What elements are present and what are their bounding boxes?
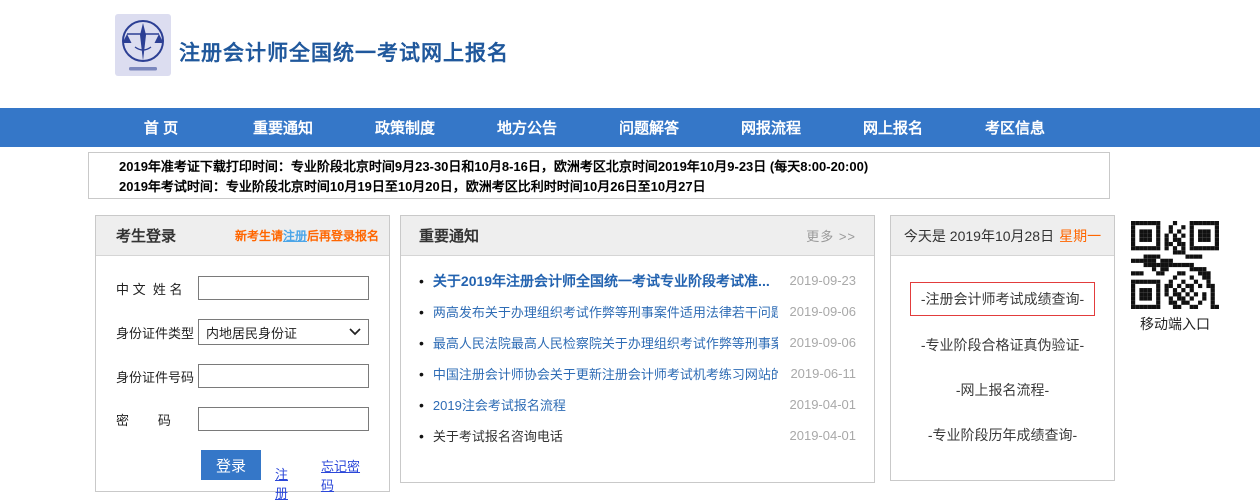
id-type-label: 身份证件类型	[116, 323, 198, 342]
today-panel-header: 今天是 2019年10月28日 星期一	[891, 216, 1114, 256]
bullet-icon: •	[419, 398, 424, 412]
score-inquiry-link[interactable]: -注册会计师考试成绩查询-	[910, 282, 1095, 316]
form-row-id-number: 身份证件号码	[116, 364, 369, 388]
page: 注册会计师全国统一考试网上报名 首 页 重要通知 政策制度 地方公告 问题解答 …	[0, 0, 1260, 503]
notice-date: 2019-06-11	[790, 366, 856, 381]
nav-item-home[interactable]: 首 页	[100, 117, 222, 138]
chinese-name-label: 中 文 姓 名	[116, 279, 198, 298]
register-inline-link[interactable]: 注册	[283, 229, 307, 243]
notice-date: 2019-04-01	[790, 428, 857, 443]
bullet-icon: •	[419, 336, 424, 350]
list-item: • 两高发布关于办理组织考试作弊等刑事案件适用法律若干问题的... 2019-0…	[419, 296, 856, 327]
bullet-icon: •	[419, 274, 424, 288]
today-panel: 今天是 2019年10月28日 星期一 -注册会计师考试成绩查询- -专业阶段合…	[890, 215, 1115, 481]
notices-title: 重要通知	[419, 225, 479, 246]
important-notices-panel: 重要通知 更多 >> • 关于2019年注册会计师全国统一考试专业阶段考试准..…	[400, 215, 875, 483]
more-link[interactable]: 更多 >>	[806, 226, 856, 245]
notices-panel-header: 重要通知 更多 >>	[401, 216, 874, 256]
notice-date: 2019-04-01	[790, 397, 857, 412]
notice-link[interactable]: 中国注册会计师协会关于更新注册会计师考试机考练习网站的公...	[433, 364, 779, 383]
nav-item-policies[interactable]: 政策制度	[344, 117, 466, 138]
password-label: 密 码	[116, 410, 198, 429]
login-subtitle: 新考生请注册后再登录报名	[235, 227, 379, 244]
login-subtitle-prefix: 新考生请	[235, 229, 283, 243]
forgot-password-link[interactable]: 忘记密码	[321, 456, 369, 494]
login-title: 考生登录	[116, 225, 176, 246]
id-type-selected-value: 内地居民身份证	[206, 323, 297, 342]
login-panel-header: 考生登录 新考生请注册后再登录报名	[96, 216, 389, 256]
notice-line-2: 2019年考试时间：专业阶段北京时间10月19日至10月20日，欧洲考区比利时时…	[119, 177, 1099, 197]
notice-link[interactable]: 2019注会考试报名流程	[433, 395, 778, 414]
notice-date: 2019-09-06	[790, 335, 857, 350]
login-button[interactable]: 登录	[201, 450, 261, 480]
today-weekday: 星期一	[1059, 226, 1101, 246]
login-form: 中 文 姓 名 身份证件类型 内地居民身份证 身份证件号码 密 码 登录	[96, 256, 389, 502]
page-title: 注册会计师全国统一考试网上报名	[179, 37, 509, 67]
login-actions: 登录 注册 忘记密码	[116, 450, 369, 502]
notices-list: • 关于2019年注册会计师全国统一考试专业阶段考试准... 2019-09-2…	[401, 256, 874, 451]
list-item: • 最高人民法院最高人民检察院关于办理组织考试作弊等刑事案件... 2019-0…	[419, 327, 856, 358]
form-row-name: 中 文 姓 名	[116, 276, 369, 300]
certificate-verification-link[interactable]: -专业阶段合格证真伪验证-	[921, 335, 1084, 355]
list-item: • 关于考试报名咨询电话 2019-04-01	[419, 420, 856, 451]
main-nav: 首 页 重要通知 政策制度 地方公告 问题解答 网报流程 网上报名 考区信息	[0, 108, 1260, 147]
notice-date: 2019-09-06	[790, 304, 857, 319]
password-input[interactable]	[198, 407, 369, 431]
today-date-text: 今天是 2019年10月28日	[904, 226, 1054, 246]
form-row-id-type: 身份证件类型 内地居民身份证	[116, 319, 369, 345]
nav-item-online-registration[interactable]: 网上报名	[832, 117, 954, 138]
chinese-name-input[interactable]	[198, 276, 369, 300]
notice-link[interactable]: 关于考试报名咨询电话	[433, 426, 778, 445]
bullet-icon: •	[419, 305, 424, 319]
exam-time-notice-bar: 2019年准考证下载打印时间：专业阶段北京时间9月23-30日和10月8-16日…	[88, 152, 1110, 199]
nav-item-registration-process[interactable]: 网报流程	[710, 117, 832, 138]
chevron-down-icon	[349, 328, 361, 336]
list-item: • 关于2019年注册会计师全国统一考试专业阶段考试准... 2019-09-2…	[419, 265, 856, 296]
notice-link[interactable]: 关于2019年注册会计师全国统一考试专业阶段考试准...	[433, 271, 778, 291]
notice-link[interactable]: 最高人民法院最高人民检察院关于办理组织考试作弊等刑事案件...	[433, 333, 778, 352]
nav-item-important-notices[interactable]: 重要通知	[222, 117, 344, 138]
bullet-icon: •	[419, 367, 424, 381]
cicpa-logo-icon	[115, 14, 171, 76]
notice-link[interactable]: 两高发布关于办理组织考试作弊等刑事案件适用法律若干问题的...	[433, 302, 778, 321]
site-header: 注册会计师全国统一考试网上报名	[0, 0, 1260, 108]
candidate-login-panel: 考生登录 新考生请注册后再登录报名 中 文 姓 名 身份证件类型 内地居民身份证…	[95, 215, 390, 492]
nav-item-exam-area-info[interactable]: 考区信息	[954, 117, 1076, 138]
quick-links: -注册会计师考试成绩查询- -专业阶段合格证真伪验证- -网上报名流程- -专业…	[891, 256, 1114, 470]
historical-scores-link[interactable]: -专业阶段历年成绩查询-	[928, 425, 1077, 445]
qr-code	[1131, 221, 1219, 309]
registration-process-link[interactable]: -网上报名流程-	[956, 380, 1049, 400]
notice-line-1: 2019年准考证下载打印时间：专业阶段北京时间9月23-30日和10月8-16日…	[119, 157, 1099, 177]
id-number-input[interactable]	[198, 364, 369, 388]
notice-date: 2019-09-23	[790, 273, 857, 288]
mobile-entry-label: 移动端入口	[1128, 314, 1222, 334]
mobile-entry: 移动端入口	[1128, 221, 1222, 334]
form-row-password: 密 码	[116, 407, 369, 431]
list-item: • 2019注会考试报名流程 2019-04-01	[419, 389, 856, 420]
nav-item-local-announcements[interactable]: 地方公告	[466, 117, 588, 138]
login-subtitle-suffix: 后再登录报名	[307, 229, 379, 243]
register-link[interactable]: 注册	[275, 464, 299, 502]
id-type-select[interactable]: 内地居民身份证	[198, 319, 369, 345]
nav-item-faq[interactable]: 问题解答	[588, 117, 710, 138]
id-number-label: 身份证件号码	[116, 367, 198, 386]
bullet-icon: •	[419, 429, 424, 443]
list-item: • 中国注册会计师协会关于更新注册会计师考试机考练习网站的公... 2019-0…	[419, 358, 856, 389]
